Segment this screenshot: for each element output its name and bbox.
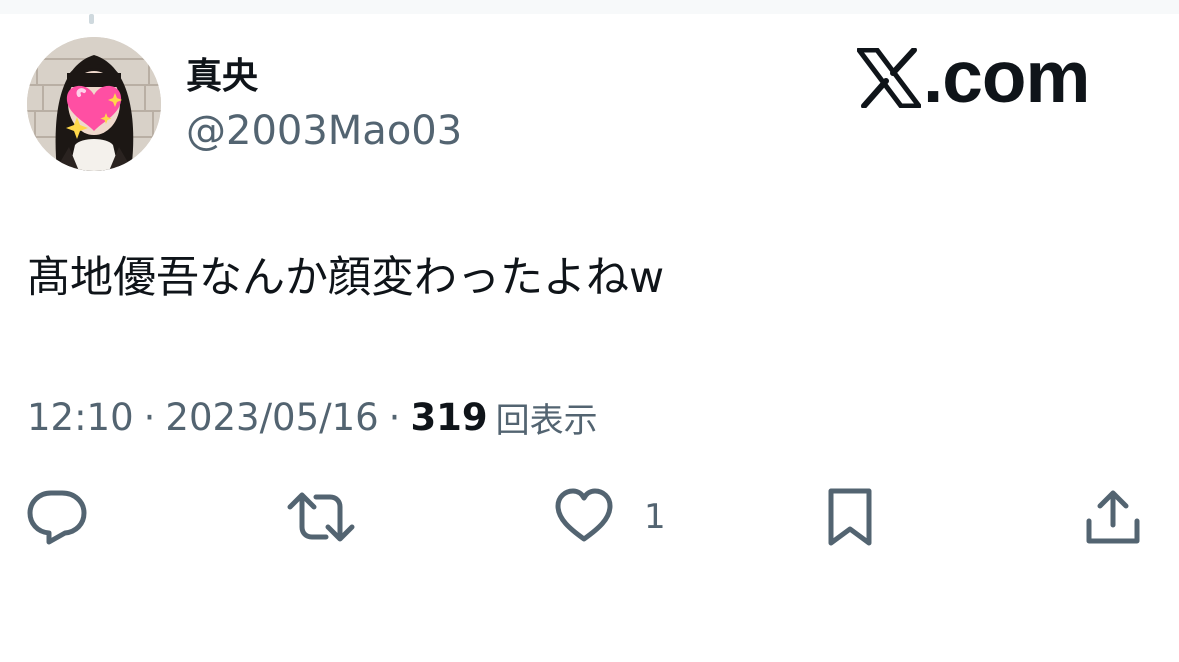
x-brand-logo: .com	[857, 37, 1090, 118]
view-count[interactable]: 319	[410, 396, 487, 439]
top-edge	[0, 0, 1179, 24]
share-icon	[1086, 490, 1140, 544]
retweet-button[interactable]	[286, 487, 356, 547]
meta-separator: ·	[388, 395, 401, 439]
tweet-card: 真央 @2003Mao03 .com 髙地優吾なんか顔変わったよねw 12:10…	[0, 0, 1179, 662]
tweet-text: 髙地優吾なんか顔変わったよねw	[27, 253, 665, 303]
tweet-time[interactable]: 12:10	[27, 396, 134, 439]
x-logo-icon	[857, 48, 921, 108]
display-name[interactable]: 真央	[186, 52, 258, 102]
reply-button[interactable]	[27, 487, 87, 547]
bookmark-icon	[828, 488, 872, 546]
reply-icon	[27, 490, 87, 545]
heart-icon	[555, 488, 613, 542]
scroll-indicator	[89, 14, 94, 24]
x-logo-domain: .com	[923, 37, 1090, 118]
avatar-image	[27, 37, 161, 171]
meta-separator: ·	[143, 395, 156, 439]
view-count-label: 回表示	[495, 400, 598, 441]
tweet-meta: 12:10 · 2023/05/16 · 319 回表示	[27, 390, 598, 444]
user-handle[interactable]: @2003Mao03	[186, 106, 462, 156]
avatar[interactable]	[27, 37, 161, 171]
tweet-date[interactable]: 2023/05/16	[165, 396, 378, 439]
like-count: 1	[644, 497, 666, 537]
bookmark-button[interactable]	[823, 487, 877, 547]
share-button[interactable]	[1083, 487, 1143, 547]
like-button[interactable]: 1	[554, 487, 666, 547]
retweet-icon	[287, 492, 355, 542]
